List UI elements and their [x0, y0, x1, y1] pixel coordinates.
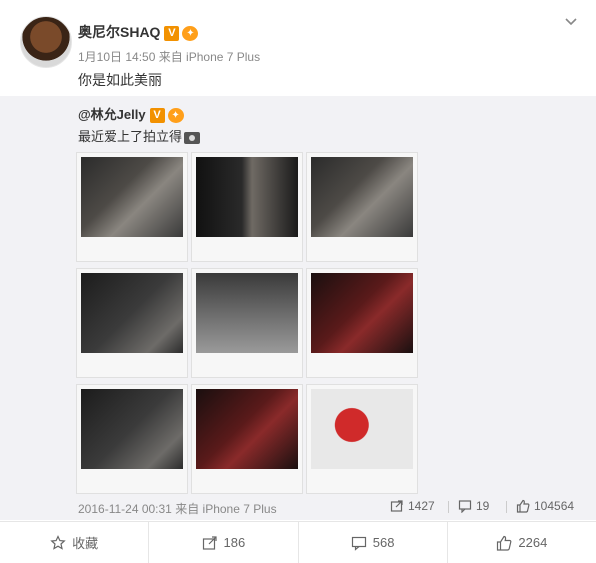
photo-image	[196, 157, 298, 237]
author-name[interactable]: 奥尼尔SHAQ V ✦	[78, 22, 199, 42]
polaroid-photo[interactable]	[76, 268, 188, 378]
comment-icon	[458, 500, 472, 513]
polaroid-photo[interactable]	[306, 384, 418, 494]
favorite-label: 收藏	[72, 536, 99, 551]
polaroid-photo[interactable]	[76, 152, 188, 262]
post-text: 你是如此美丽	[78, 72, 162, 88]
author-avatar[interactable]	[20, 16, 72, 68]
polaroid-photo[interactable]	[306, 268, 418, 378]
medal-icon: ✦	[182, 25, 199, 41]
verified-badge-icon: V	[149, 108, 165, 124]
author-name-text[interactable]: 奥尼尔SHAQ	[78, 24, 160, 40]
photo-image	[196, 389, 298, 469]
comment-icon	[351, 536, 366, 551]
comment-label: 568	[372, 535, 395, 550]
like-count-text: 104564	[534, 499, 575, 513]
forward-button[interactable]: 186	[149, 522, 299, 563]
star-icon	[50, 534, 66, 550]
divider	[506, 501, 507, 513]
action-bar: 收藏 186 568 2264	[0, 521, 596, 563]
repost-forward-count[interactable]: 1427	[390, 499, 435, 513]
photo-image	[311, 389, 413, 469]
forward-icon	[202, 535, 217, 550]
repost-like-count[interactable]: 104564	[516, 499, 574, 513]
polaroid-photo[interactable]	[76, 384, 188, 494]
thumbs-up-icon	[497, 535, 512, 551]
forward-label: 186	[223, 535, 246, 550]
polaroid-photo[interactable]	[191, 152, 303, 262]
medal-icon: ✦	[167, 108, 184, 124]
chevron-down-icon[interactable]	[564, 14, 578, 28]
weibo-card: 奥尼尔SHAQ V ✦ 1月10日 14:50 来自 iPhone 7 Plus 你…	[0, 0, 596, 563]
comment-count-text: 19	[476, 499, 490, 513]
post-meta: 1月10日 14:50 来自 iPhone 7 Plus	[78, 50, 261, 64]
forward-count-text: 1427	[408, 499, 435, 513]
favorite-button[interactable]: 收藏	[0, 522, 150, 563]
repost-text: 最近爱上了拍立得	[78, 126, 201, 145]
comment-button[interactable]: 568	[299, 522, 448, 563]
thumbs-up-icon	[516, 499, 530, 513]
repost-text-content: 最近爱上了拍立得	[78, 129, 183, 144]
repost-box: @林允Jelly V ✦ 最近爱上了拍立得 2016-11-24 00:31 来自 …	[0, 96, 596, 520]
polaroid-photo[interactable]	[306, 152, 418, 262]
verified-badge-icon: V	[164, 25, 180, 41]
repost-comment-count[interactable]: 19	[458, 499, 489, 513]
camera-emoji-icon	[184, 131, 201, 144]
photo-image	[311, 157, 413, 237]
like-label: 2264	[518, 535, 548, 550]
repost-author[interactable]: @林允Jelly V ✦	[78, 104, 184, 124]
polaroid-photo[interactable]	[191, 268, 303, 378]
photo-image	[196, 273, 298, 353]
photo-image	[81, 273, 183, 353]
photo-image	[81, 389, 183, 469]
like-button[interactable]: 2264	[448, 522, 596, 563]
repost-meta: 2016-11-24 00:31 来自 iPhone 7 Plus	[78, 502, 277, 516]
repost-author-text[interactable]: @林允Jelly	[78, 107, 146, 122]
polaroid-photo[interactable]	[191, 384, 303, 494]
photo-image	[81, 157, 183, 237]
divider	[448, 501, 449, 513]
photo-image	[311, 273, 413, 353]
forward-icon	[390, 500, 403, 512]
